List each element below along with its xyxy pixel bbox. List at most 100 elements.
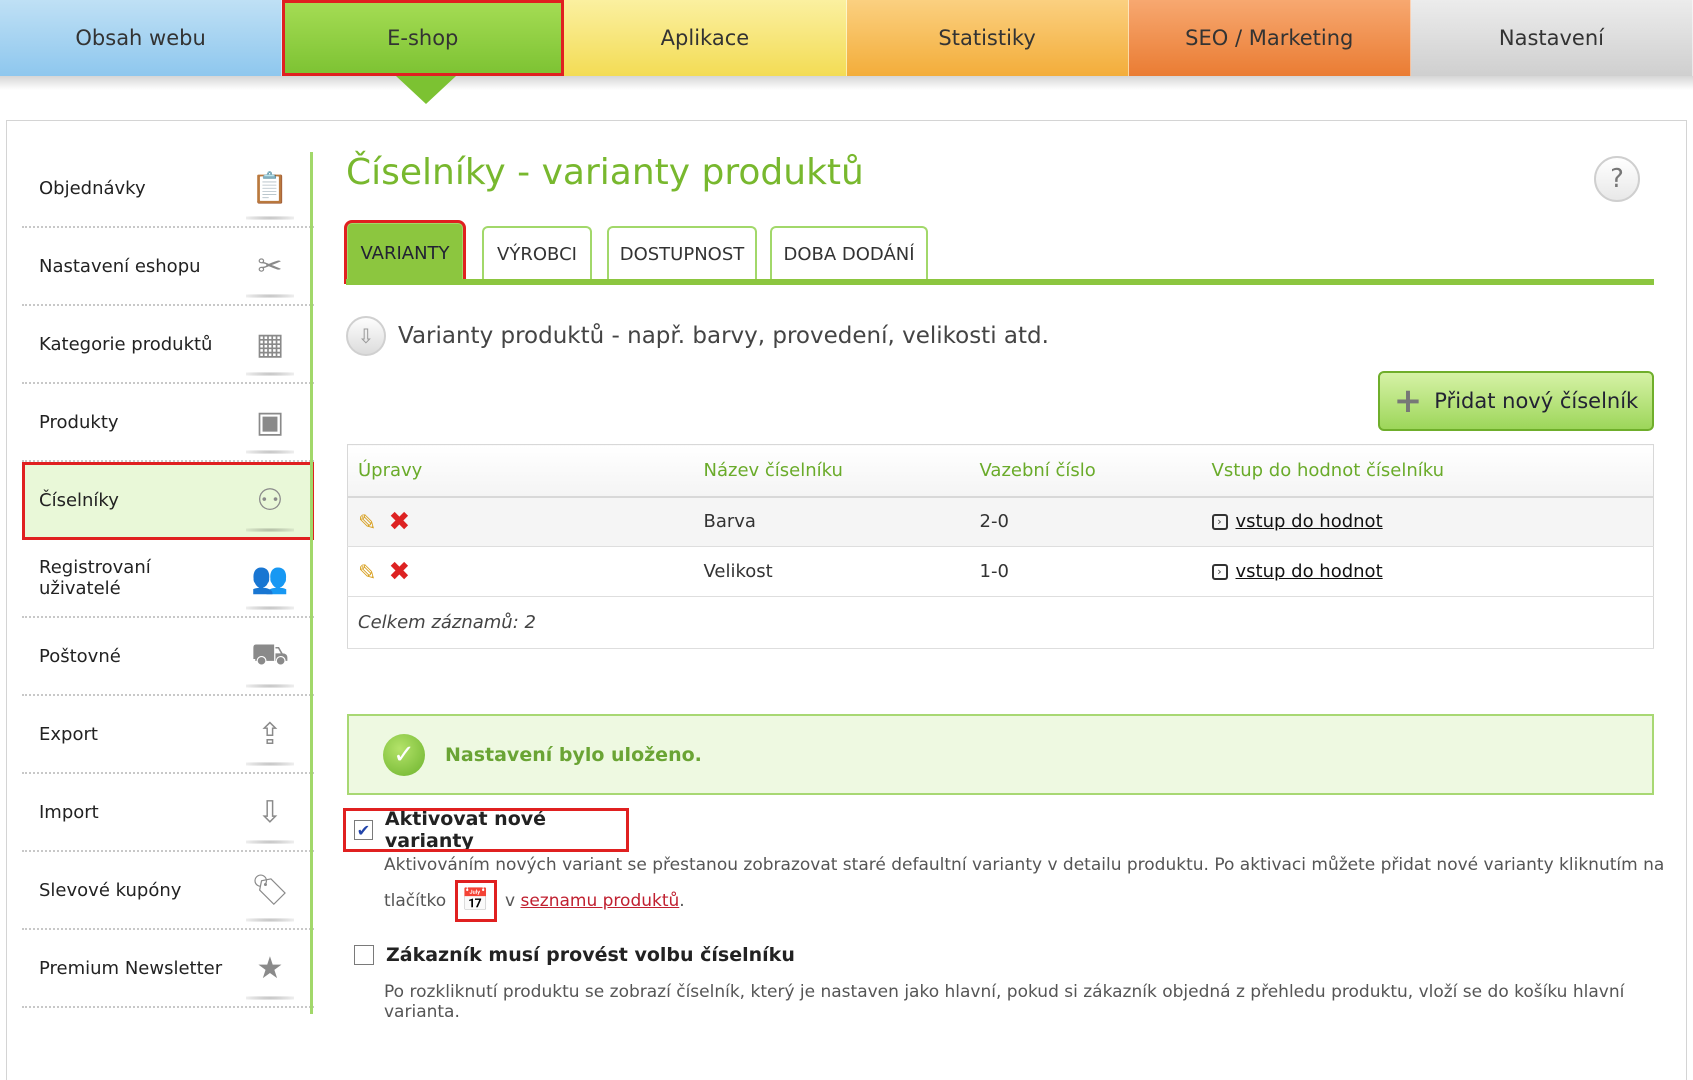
sidebar-item-label: Kategorie produktů — [39, 333, 213, 355]
folders-icon: ▦ — [246, 322, 294, 376]
table-row: ✎ ✖ Barva 2-0 › vstup do hodnot — [347, 496, 1654, 547]
sidebar-item-label: Premium Newsletter — [39, 957, 223, 979]
balls-icon: ⚇ — [246, 478, 294, 532]
cell-number: 1-0 — [969, 546, 1202, 597]
enter-values-link[interactable]: vstup do hodnot — [1236, 561, 1383, 582]
checkmark-icon: ✓ — [383, 733, 425, 776]
top-navigation: Obsah webu E-shop Aplikace Statistiky SE… — [0, 0, 1693, 76]
pencil-icon[interactable]: ✎ — [358, 561, 376, 586]
success-notice: ✓ Nastavení bylo uloženo. — [347, 714, 1654, 795]
tab-doba-dodani[interactable]: DOBA DODÁNÍ — [770, 226, 928, 280]
success-message: Nastavení bylo uloženo. — [445, 743, 702, 766]
sidebar-item-label: Objednávky — [39, 177, 146, 199]
sidebar-item-export[interactable]: Export ⇪ — [22, 696, 314, 774]
delete-icon[interactable]: ✖ — [388, 557, 410, 587]
truck-icon: ⛟ — [246, 634, 294, 688]
arrow-down-circle-icon: ⇩ — [346, 316, 386, 356]
tools-icon: ✂ — [246, 244, 294, 298]
section-heading: ⇩ Varianty produktů - např. barvy, prove… — [346, 316, 1049, 356]
download-icon: ⇩ — [246, 790, 294, 844]
sidebar-item-label: Registrovaní uživatelé — [39, 557, 151, 599]
add-dictionary-label: Přidat nový číselník — [1434, 389, 1639, 413]
sidebar-item-slevove-kupony[interactable]: Slevové kupóny 🏷 — [22, 852, 314, 930]
boxes-icon: ▣ — [246, 400, 294, 454]
cell-link: › vstup do hodnot — [1201, 496, 1654, 547]
nav-tab-obsah-webu[interactable]: Obsah webu — [0, 0, 283, 76]
nav-tab-seo-marketing[interactable]: SEO / Marketing — [1128, 0, 1411, 76]
tabs-underline — [346, 279, 1654, 285]
table-footer-row: Celkem záznamů: 2 — [347, 596, 1654, 649]
nav-tab-eshop[interactable]: E-shop — [282, 0, 565, 76]
sidebar-item-import[interactable]: Import ⇩ — [22, 774, 314, 852]
row-actions: ✎ ✖ — [347, 546, 694, 597]
product-list-link[interactable]: seznamu produktů — [520, 891, 679, 911]
customer-choice-desc: Po rozkliknutí produktu se zobrazí čísel… — [384, 982, 1625, 1022]
customer-choice-option: Zákazník musí provést volbu číselníku — [354, 940, 795, 970]
activate-variants-label: Aktivovat nové varianty — [384, 808, 547, 852]
nav-tab-label: Aplikace — [660, 26, 750, 50]
cell-link: › vstup do hodnot — [1201, 546, 1654, 597]
cell-number: 2-0 — [969, 496, 1202, 547]
sidebar-item-label: Nastavení eshopu — [39, 255, 201, 277]
delete-icon[interactable]: ✖ — [388, 507, 410, 537]
nav-tab-statistiky[interactable]: Statistiky — [846, 0, 1129, 76]
records-count: Celkem záznamů: 2 — [347, 596, 1654, 649]
sidebar-item-label: Poštovné — [39, 645, 121, 667]
sidebar-item-label: Slevové kupóny — [39, 879, 182, 901]
activate-variants-option: ✔ Aktivovat nové varianty — [343, 808, 629, 852]
sidebar-item-postovne[interactable]: Poštovné ⛟ — [22, 618, 314, 696]
sidebar-item-label: Číselníky — [39, 489, 119, 511]
users-icon: 👥 — [246, 556, 294, 610]
desc-text: v — [505, 891, 516, 911]
active-tab-pointer — [396, 76, 456, 104]
sidebar-item-kategorie-produktu[interactable]: Kategorie produktů ▦ — [22, 306, 314, 384]
tab-varianty[interactable]: VARIANTY — [344, 220, 466, 284]
column-header: Vazební číslo — [969, 444, 1202, 498]
table-header-row: Úpravy Název číselníku Vazební číslo Vst… — [347, 444, 1654, 498]
activate-variants-desc: Aktivováním nových variant se přestanou … — [384, 855, 1665, 875]
sidebar-item-ciselniky[interactable]: Číselníky ⚇ — [22, 462, 314, 540]
customer-choice-checkbox[interactable] — [354, 945, 374, 965]
desc-text: . — [679, 891, 685, 911]
nav-tab-aplikace[interactable]: Aplikace — [564, 0, 847, 76]
customer-choice-label: Zákazník musí provést volbu číselníku — [386, 944, 795, 966]
cell-name: Velikost — [693, 546, 970, 597]
nav-tab-label: Nastavení — [1498, 26, 1604, 50]
nav-tab-label: SEO / Marketing — [1185, 26, 1354, 50]
column-header: Úpravy — [347, 444, 694, 498]
nav-shadow — [0, 76, 1693, 90]
plus-icon: + — [1393, 381, 1423, 421]
sidebar-divider — [310, 152, 313, 1014]
variants-button-icon: 📅 — [454, 880, 497, 922]
sidebar-item-nastaveni-eshopu[interactable]: Nastavení eshopu ✂ — [22, 228, 314, 306]
sidebar-item-produkty[interactable]: Produkty ▣ — [22, 384, 314, 462]
column-header: Název číselníku — [693, 444, 970, 498]
tab-dostupnost[interactable]: DOSTUPNOST — [607, 226, 757, 280]
tab-vyrobci[interactable]: VÝROBCI — [482, 226, 592, 280]
tag-icon: 🏷 — [246, 868, 294, 922]
add-dictionary-button[interactable]: + Přidat nový číselník — [1378, 371, 1654, 431]
sidebar-item-registrovani-uzivatele[interactable]: Registrovaní uživatelé 👥 — [22, 540, 314, 618]
sidebar-item-premium-newsletter[interactable]: Premium Newsletter ★ — [22, 930, 314, 1008]
sidebar: Objednávky 📋 Nastavení eshopu ✂ Kategorie … — [22, 150, 314, 1008]
enter-icon: › — [1211, 514, 1228, 531]
nav-tab-label: Statistiky — [938, 26, 1036, 50]
enter-values-link[interactable]: vstup do hodnot — [1236, 511, 1383, 532]
clipboard-icon: 📋 — [246, 166, 294, 220]
star-icon: ★ — [246, 946, 294, 1000]
nav-tab-label: E-shop — [387, 26, 459, 50]
enter-icon: › — [1211, 564, 1228, 580]
row-actions: ✎ ✖ — [347, 496, 694, 547]
nav-tab-nastaveni[interactable]: Nastavení — [1410, 0, 1693, 76]
help-button[interactable]: ? — [1594, 156, 1640, 202]
page-title: Číselníky - varianty produktů — [346, 152, 864, 193]
table-row: ✎ ✖ Velikost 1-0 › vstup do hodnot — [347, 546, 1654, 597]
sidebar-item-label: Export — [39, 723, 98, 745]
section-heading-text: Varianty produktů - např. barvy, provede… — [398, 323, 1049, 349]
pencil-icon[interactable]: ✎ — [358, 511, 376, 536]
activate-variants-checkbox[interactable]: ✔ — [354, 820, 373, 840]
activate-variants-desc-2: tlačítko 📅 v seznamu produktů. — [384, 880, 685, 922]
desc-text: tlačítko — [384, 891, 447, 911]
sidebar-item-objednavky[interactable]: Objednávky 📋 — [22, 150, 314, 228]
cell-name: Barva — [693, 496, 970, 547]
